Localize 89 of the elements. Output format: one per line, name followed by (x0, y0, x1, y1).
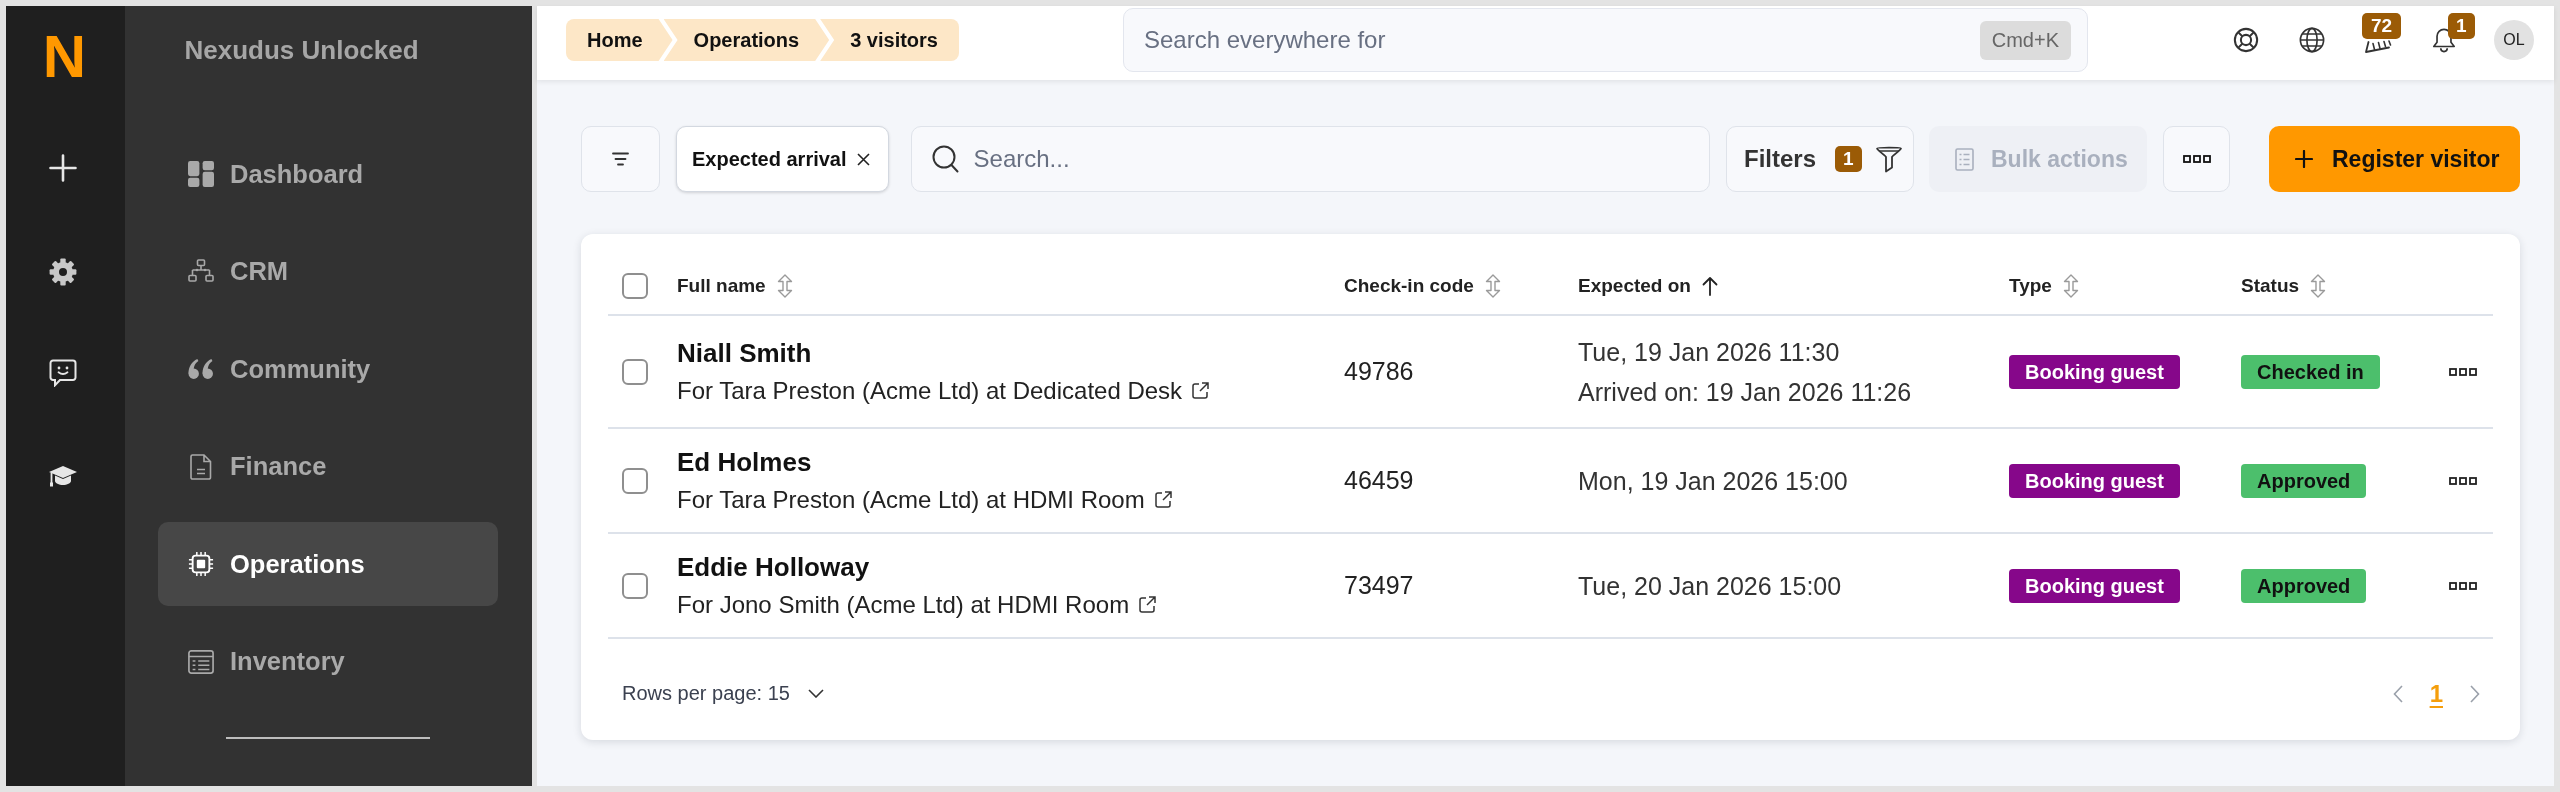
checkbox[interactable] (622, 572, 648, 599)
smiley-chat-icon[interactable] (48, 359, 77, 387)
more-button[interactable] (2163, 126, 2230, 192)
visitor-name: Ed Holmes (677, 445, 812, 479)
global-search-input[interactable]: Search everywhere for (1144, 23, 1968, 57)
hierarchy-icon (188, 258, 214, 285)
list-icon (1955, 147, 1974, 171)
check-in-code: 46459 (1344, 466, 1414, 494)
lifebuoy-icon[interactable] (2233, 27, 2259, 53)
logo[interactable]: N (42, 27, 87, 87)
nav-item[interactable]: Dashboard (158, 132, 498, 216)
count-badge: 1 (2448, 13, 2475, 39)
expected-time: Tue, 19 Jan 2026 11:30 (1578, 336, 1840, 368)
chip-icon (188, 551, 214, 577)
status-badge: Checked in (2241, 354, 2380, 389)
bell-icon[interactable] (2431, 27, 2457, 53)
expected-time: Mon, 19 Jan 2026 15:00 (1578, 465, 1848, 497)
plus-icon[interactable] (48, 154, 77, 182)
rows-per-page-select[interactable]: Rows per page: 15 (622, 682, 824, 705)
sort-arrows-icon[interactable] (776, 274, 793, 298)
booking-detail: For Tara Preston (Acme Ltd) at Dedicated Desk (677, 375, 1183, 406)
status-badge: Approved (2241, 568, 2367, 603)
filters-button[interactable]: Filters 1 (1726, 126, 1914, 192)
arrival-time: Arrived on: 19 Jan 2026 11:26 (1578, 376, 1912, 408)
chevron-right-icon[interactable] (2470, 684, 2480, 703)
nav-item[interactable]: Operations (158, 522, 498, 606)
visitor-name: Eddie Holloway (677, 550, 870, 584)
sort-arrows-icon[interactable] (2310, 274, 2327, 298)
expected-time: Tue, 20 Jan 2026 15:00 (1578, 570, 1842, 602)
breadcrumb-item[interactable]: Operations (663, 19, 830, 61)
column-header[interactable]: Check-in code (1344, 274, 1501, 298)
more-icon[interactable] (2449, 367, 2477, 376)
close-icon[interactable] (856, 152, 870, 166)
chevron-down-icon (807, 689, 824, 698)
filter-count-badge: 1 (1835, 146, 1862, 172)
graduation-cap-icon[interactable] (47, 465, 78, 487)
more-icon[interactable] (2449, 476, 2477, 485)
check-in-code: 49786 (1344, 357, 1414, 385)
column-header[interactable]: Type (2009, 274, 2079, 298)
more-icon[interactable] (2449, 581, 2477, 590)
type-badge: Booking guest (2009, 568, 2180, 603)
settings-icon[interactable] (48, 258, 77, 286)
sort-arrows-icon[interactable] (2062, 274, 2079, 298)
column-header[interactable]: Full name (677, 274, 793, 298)
register-visitor-button[interactable]: Register visitor (2269, 126, 2520, 192)
external-link-icon[interactable] (1139, 596, 1157, 613)
megaphone-icon[interactable] (2365, 40, 2392, 53)
user-avatar[interactable]: OL (2494, 20, 2534, 60)
breadcrumb-item[interactable]: Home (566, 19, 673, 61)
status-badge: Approved (2241, 463, 2367, 498)
checkbox[interactable] (622, 358, 648, 385)
nav-item[interactable]: Community (158, 327, 498, 411)
type-badge: Booking guest (2009, 463, 2180, 498)
quote-icon (188, 356, 214, 382)
sort-arrows-icon[interactable] (1484, 274, 1501, 298)
nav-item[interactable]: Finance (158, 424, 498, 509)
filter-chip[interactable]: Expected arrival (676, 126, 889, 192)
document-icon (188, 453, 214, 480)
search-field[interactable]: Search... (910, 126, 1710, 192)
filter-toggle-button[interactable] (581, 126, 660, 192)
dashboard-icon (188, 161, 214, 187)
workspace-title: Nexudus Unlocked (184, 35, 419, 65)
funnel-icon (1875, 145, 1902, 173)
more-icon (2182, 155, 2211, 163)
chevron-left-icon[interactable] (2392, 684, 2403, 703)
nav-item[interactable]: Inventory (158, 619, 498, 704)
column-header[interactable]: Expected on (1578, 275, 1718, 297)
count-badge: 72 (2362, 13, 2402, 39)
breadcrumb-item[interactable]: 3 visitors (820, 19, 959, 61)
external-link-icon[interactable] (1192, 382, 1210, 399)
column-header[interactable]: Status (2241, 274, 2327, 298)
globe-icon[interactable] (2299, 27, 2325, 53)
external-link-icon[interactable] (1154, 491, 1172, 508)
plus-icon (2295, 150, 2313, 168)
booking-detail: For Tara Preston (Acme Ltd) at HDMI Room (677, 484, 1145, 515)
visitor-name: Niall Smith (677, 336, 812, 370)
nav-item[interactable]: CRM (158, 229, 498, 314)
global-search-field[interactable]: Search everywhere for Cmd+K (1123, 8, 2088, 72)
filter-lines-icon (612, 152, 629, 166)
search-input[interactable]: Search... (973, 142, 1693, 176)
type-badge: Booking guest (2009, 354, 2180, 389)
shortcut-hint: Cmd+K (1979, 20, 2071, 60)
search-icon (931, 145, 959, 173)
booking-detail: For Jono Smith (Acme Ltd) at HDMI Room (677, 589, 1130, 620)
list-icon (188, 648, 214, 675)
checkbox[interactable] (622, 273, 648, 299)
arrow-up-icon[interactable] (1702, 276, 1718, 296)
checkbox[interactable] (622, 467, 648, 494)
check-in-code: 73497 (1344, 571, 1414, 599)
